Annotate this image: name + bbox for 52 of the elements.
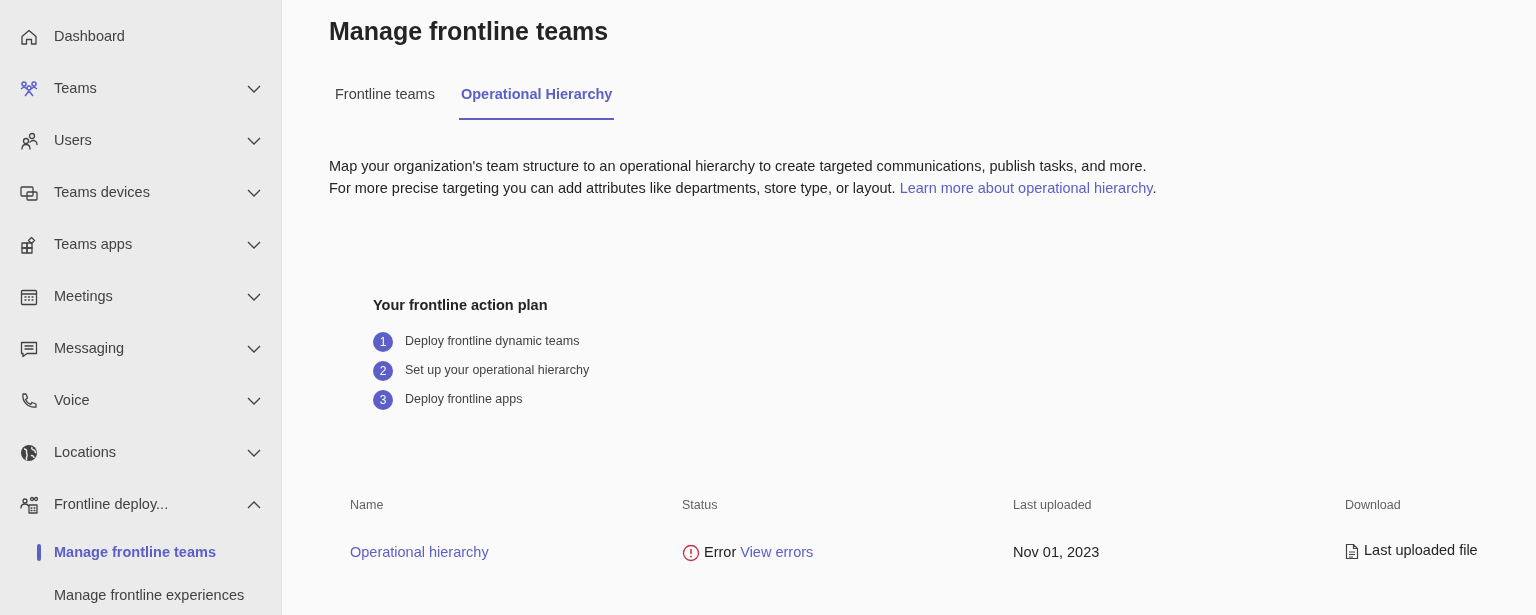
nav-item[interactable]: Teams apps <box>0 219 281 271</box>
action-plan-title: Your frontline action plan <box>373 295 549 315</box>
name-link[interactable]: Operational hierarchy <box>350 542 489 564</box>
step-number: 1 <box>373 331 393 352</box>
chevron-icon <box>247 449 261 457</box>
nav-item[interactable]: Frontline deploy... <box>0 479 281 531</box>
nav-item[interactable]: Locations <box>0 427 281 479</box>
chat-icon <box>19 339 39 359</box>
download-button[interactable]: Last uploaded file <box>1345 540 1530 562</box>
chevron-icon <box>247 189 261 197</box>
step-label: Deploy frontline dynamic teams <box>405 333 580 351</box>
people-building-icon <box>19 495 39 515</box>
nav-item[interactable]: Messaging <box>0 323 281 375</box>
devices-icon <box>19 183 39 203</box>
date-cell-text: Nov 01, 2023 <box>1013 543 1101 563</box>
status-text: Error <box>704 543 737 563</box>
tab[interactable]: Operational Hierarchy <box>458 84 615 120</box>
chevron-icon <box>247 85 261 93</box>
chevron-icon <box>247 241 261 249</box>
chevron-icon <box>247 345 261 353</box>
page-title: Manage frontline teams <box>329 16 610 46</box>
nav-item[interactable]: Teams <box>0 63 281 115</box>
home-icon <box>19 27 39 47</box>
nav-item[interactable]: Users <box>0 115 281 167</box>
chevron-icon <box>247 397 261 405</box>
step-label: Deploy frontline apps <box>405 391 523 409</box>
chevron-icon <box>247 501 261 509</box>
nav-item[interactable]: Teams devices <box>0 167 281 219</box>
step-label: Set up your operational hierarchy <box>405 362 590 380</box>
column-header: Download <box>1345 496 1402 514</box>
tab[interactable]: Frontline teams <box>333 84 437 120</box>
column-header: Last uploaded <box>1013 496 1093 514</box>
step-number: 3 <box>373 389 393 410</box>
selection-indicator <box>37 544 41 561</box>
step-number: 2 <box>373 360 393 381</box>
calendar-icon <box>19 287 39 307</box>
view-errors-link[interactable]: View errors <box>740 542 814 564</box>
phone-icon <box>19 391 39 411</box>
chevron-icon <box>247 293 261 301</box>
learn-more-link[interactable]: Learn more about operational hierarchy <box>899 179 1153 196</box>
nav-item[interactable]: Dashboard <box>0 11 281 63</box>
nav-subitem[interactable]: Manage frontline experiences <box>0 574 281 615</box>
column-header: Status <box>682 496 719 514</box>
globe-icon <box>19 443 39 463</box>
column-header: Name <box>350 496 385 514</box>
nav-item[interactable]: Voice <box>0 375 281 427</box>
document-icon <box>1345 542 1359 560</box>
description-text: Map your organization's team structure to an operational hierarchy to create targeted communications, publish tasks, and more. For more precise targeting you can add attributes like departments, store type, or layout. Learn more about operational hierarchy. <box>329 156 1158 198</box>
people-icon <box>19 79 39 99</box>
nav-subitem[interactable]: Manage frontline teams <box>0 531 281 574</box>
nav-item[interactable]: Meetings <box>0 271 281 323</box>
chevron-icon <box>247 137 261 145</box>
